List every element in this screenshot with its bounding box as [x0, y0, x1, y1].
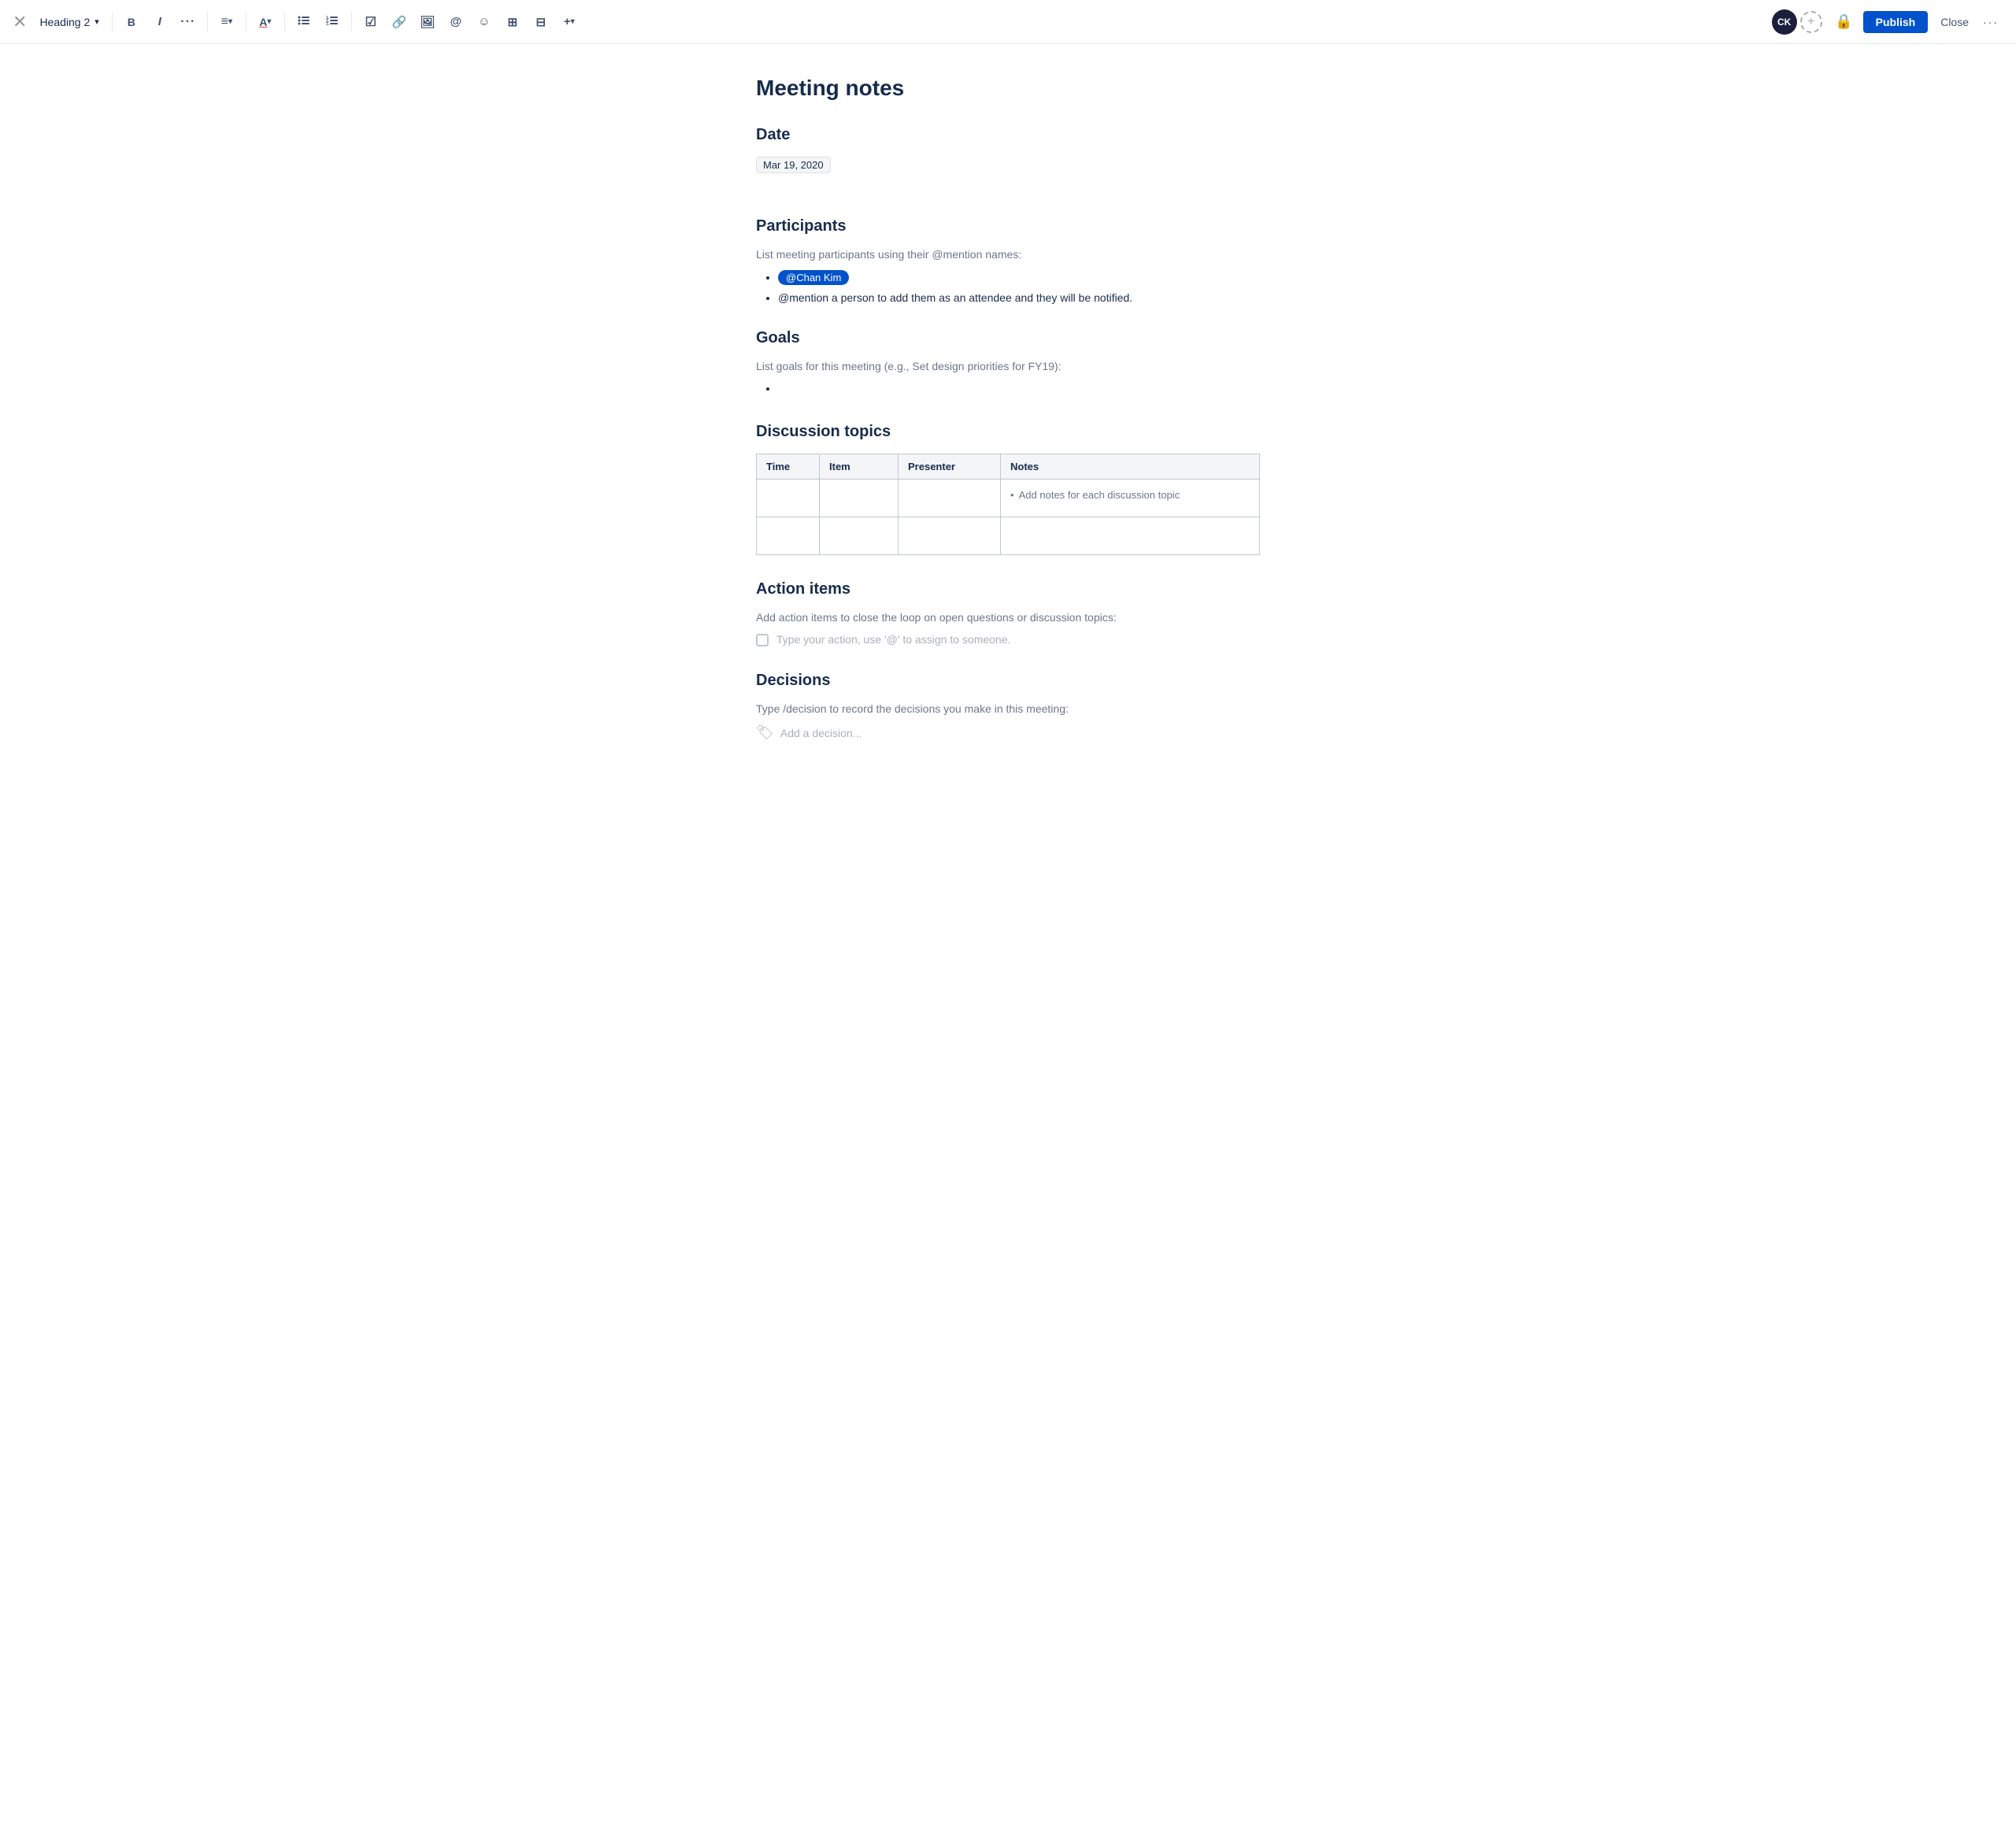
list-item: @Chan Kim [778, 270, 1260, 285]
table-cell[interactable] [820, 517, 899, 555]
svg-text:3.: 3. [326, 22, 330, 26]
numbered-list-button[interactable]: 1. 2. 3. [320, 9, 345, 35]
more-text-options-button[interactable]: ··· [176, 9, 201, 35]
decision-icon: 🏷 [756, 724, 774, 741]
goals-heading: Goals [756, 329, 1260, 347]
table-cell[interactable] [757, 517, 820, 555]
table-row [757, 517, 1260, 555]
numbered-list-icon: 1. 2. 3. [326, 15, 339, 28]
italic-button[interactable]: I [147, 9, 172, 35]
table-col-item: Item [820, 454, 899, 480]
table-button[interactable]: ⊞ [500, 9, 525, 35]
participants-list: @Chan Kim @mention a person to add them … [778, 270, 1260, 304]
columns-button[interactable]: ⊟ [528, 9, 554, 35]
table-cell[interactable] [1001, 517, 1260, 555]
mention-icon: @ [450, 15, 461, 28]
text-color-icon: A [259, 16, 267, 28]
lock-icon: 🔒 [1835, 13, 1852, 30]
action-checkbox[interactable] [756, 634, 769, 646]
columns-icon: ⊟ [536, 15, 547, 29]
insert-more-icon: + [564, 15, 571, 28]
text-color-button[interactable]: A ▾ [253, 9, 278, 35]
toolbar-divider-1 [112, 13, 113, 31]
mention-button[interactable]: @ [443, 9, 469, 35]
image-icon: 🖼 [420, 15, 435, 29]
task-list-button[interactable]: ☑ [358, 9, 384, 35]
heading-style-selector[interactable]: Heading 2 ▾ [33, 13, 105, 31]
link-icon: 🔗 [391, 15, 406, 29]
decision-placeholder[interactable]: Add a decision... [780, 727, 862, 739]
avatar-group: CK + [1772, 9, 1822, 35]
table-cell[interactable] [757, 480, 820, 517]
table-icon: ⊞ [508, 15, 518, 29]
link-button[interactable]: 🔗 [387, 9, 412, 35]
heading-style-label: Heading 2 [39, 16, 90, 28]
participants-heading: Participants [756, 217, 1260, 235]
table-col-time: Time [757, 454, 820, 480]
toolbar-divider-2 [207, 13, 208, 31]
action-item-row: Type your action, use '@' to assign to s… [756, 633, 1260, 646]
table-cell[interactable]: Add notes for each discussion topic [1001, 480, 1260, 517]
table-body: Add notes for each discussion topic [757, 480, 1260, 555]
goals-list [778, 382, 1260, 398]
list-item[interactable] [778, 382, 1260, 398]
goals-helper: List goals for this meeting (e.g., Set d… [756, 360, 1260, 372]
emoji-icon: ☺ [478, 15, 490, 28]
close-button[interactable]: Close [1934, 11, 1975, 33]
table-row: Add notes for each discussion topic [757, 480, 1260, 517]
bullet-list-button[interactable] [291, 9, 317, 35]
participants-helper: List meeting participants using their @m… [756, 248, 1260, 261]
list-item: @mention a person to add them as an atte… [778, 291, 1260, 304]
align-icon: ≡ [221, 15, 228, 29]
table-cell[interactable] [820, 480, 899, 517]
table-cell[interactable] [899, 517, 1001, 555]
mention-tag[interactable]: @Chan Kim [778, 270, 849, 285]
table-header-row: Time Item Presenter Notes [757, 454, 1260, 480]
lock-button[interactable]: 🔒 [1832, 9, 1857, 35]
date-heading: Date [756, 126, 1260, 144]
decision-row: 🏷 Add a decision... [756, 724, 1260, 741]
bullet-list-icon [298, 15, 310, 28]
emoji-button[interactable]: ☺ [472, 9, 497, 35]
table-cell[interactable] [899, 480, 1001, 517]
toolbar-divider-4 [284, 13, 285, 31]
decisions-helper: Type /decision to record the decisions y… [756, 702, 1260, 715]
color-chevron-icon: ▾ [267, 17, 271, 26]
action-items-helper: Add action items to close the loop on op… [756, 611, 1260, 624]
more-options-icon: ··· [1983, 16, 1999, 28]
publish-button[interactable]: Publish [1863, 11, 1929, 33]
toolbar: ✕ Heading 2 ▾ B I ··· ≡ ▾ A ▾ [0, 0, 2016, 44]
table-header: Time Item Presenter Notes [757, 454, 1260, 480]
more-options-button[interactable]: ··· [1978, 9, 2003, 35]
decisions-heading: Decisions [756, 672, 1260, 690]
action-placeholder[interactable]: Type your action, use '@' to assign to s… [776, 633, 1010, 646]
table-cell-note: Add notes for each discussion topic [1010, 486, 1250, 501]
insert-chevron-icon: ▾ [571, 17, 575, 26]
table-col-presenter: Presenter [899, 454, 1001, 480]
task-icon: ☑ [365, 14, 376, 30]
editor-container: Meeting notes Date Mar 19, 2020 Particip… [709, 44, 1307, 804]
avatar[interactable]: CK [1772, 9, 1797, 35]
discussion-heading: Discussion topics [756, 423, 1260, 441]
app-logo: ✕ [13, 12, 27, 32]
align-chevron-icon: ▾ [228, 17, 232, 26]
page-title[interactable]: Meeting notes [756, 76, 1260, 101]
date-badge[interactable]: Mar 19, 2020 [756, 157, 831, 173]
add-collaborator-button[interactable]: + [1800, 11, 1822, 33]
alignment-button[interactable]: ≡ ▾ [214, 9, 239, 35]
action-items-heading: Action items [756, 580, 1260, 598]
insert-more-button[interactable]: + ▾ [557, 9, 582, 35]
discussion-table: Time Item Presenter Notes Add notes for … [756, 454, 1260, 555]
bold-button[interactable]: B [119, 9, 144, 35]
table-col-notes: Notes [1001, 454, 1260, 480]
toolbar-divider-5 [351, 13, 352, 31]
chevron-down-icon: ▾ [94, 17, 99, 27]
image-button[interactable]: 🖼 [415, 9, 440, 35]
